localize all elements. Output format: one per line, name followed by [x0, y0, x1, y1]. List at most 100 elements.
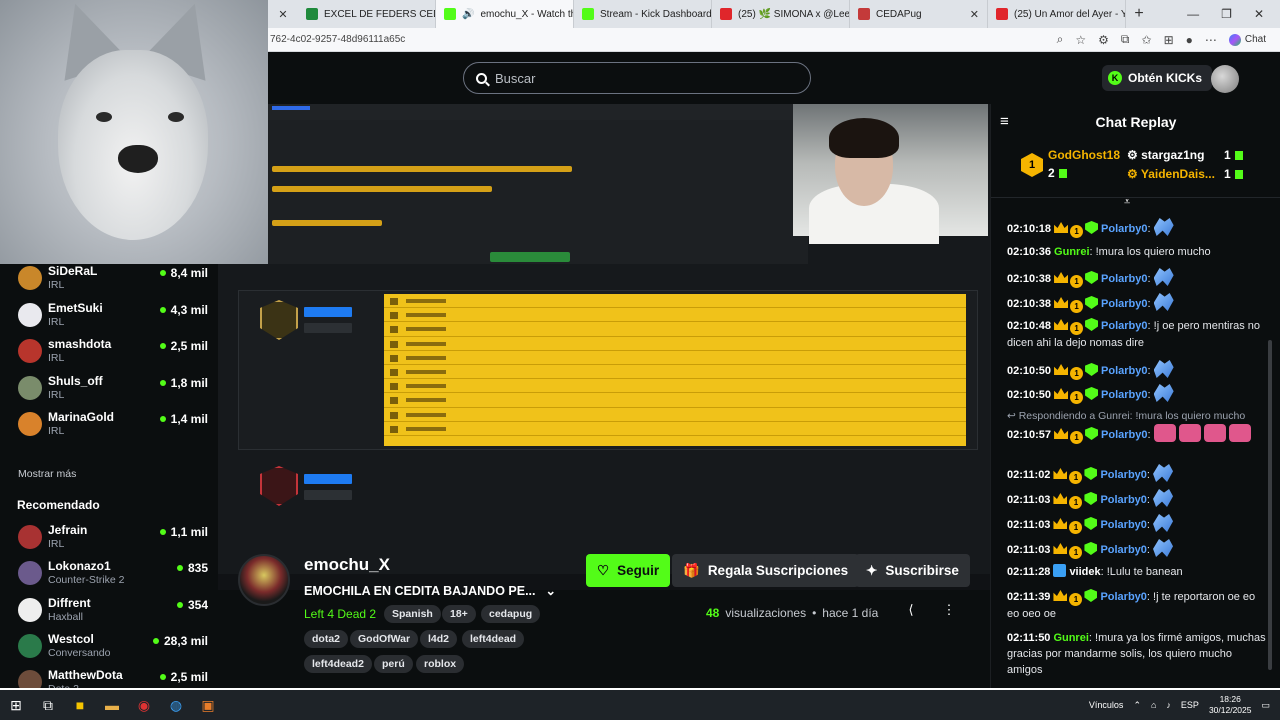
links-toolbar[interactable]: Vínculos: [1089, 700, 1124, 710]
sub-badge-icon: 1: [1069, 546, 1083, 559]
msg-username[interactable]: Polarby0: [1101, 389, 1147, 401]
collections-icon[interactable]: ⊞: [1164, 33, 1174, 47]
obs-icon[interactable]: ◉: [128, 690, 160, 720]
extensions-icon[interactable]: ⚙: [1098, 33, 1109, 47]
streamer-avatar[interactable]: [238, 554, 290, 606]
channel-category: IRL: [48, 316, 65, 328]
msg-username[interactable]: Polarby0: [1100, 469, 1146, 481]
language-indicator[interactable]: ESP: [1181, 700, 1199, 710]
msg-username[interactable]: Polarby0: [1101, 298, 1147, 310]
collapse-chat-icon[interactable]: ≡: [1000, 113, 1009, 130]
tag-pill[interactable]: perú: [374, 655, 413, 673]
windows-start-icon[interactable]: ⊞: [0, 690, 32, 720]
tag-pill[interactable]: 18+: [442, 605, 476, 623]
browser-tab[interactable]: EXCEL DE FEDERS CEDA - H ✕: [298, 0, 436, 28]
tag-pill[interactable]: left4dead: [462, 630, 525, 648]
tag-pill[interactable]: GodOfWar: [350, 630, 419, 648]
leaderboard-first-count: 2: [1048, 166, 1067, 180]
speaker-icon[interactable]: 🔊: [462, 9, 474, 20]
msg-username[interactable]: Polarby0: [1100, 544, 1146, 556]
tag-pill[interactable]: l4d2: [420, 630, 458, 648]
msg-username[interactable]: Polarby0: [1101, 273, 1147, 285]
recommended-channel[interactable]: Lokonazo1 Counter-Strike 2 835: [18, 559, 208, 595]
file-explorer-icon[interactable]: ▬: [96, 690, 128, 720]
left-sidebar: SiDeRaL IRL 8,4 mil EmetSuki IRL 4,3 mil s…: [0, 264, 218, 695]
msg-username[interactable]: Polarby0: [1101, 223, 1147, 235]
msg-username[interactable]: Gunrei: [1053, 632, 1088, 644]
streamer-name[interactable]: emochu_X: [304, 555, 390, 575]
msg-username[interactable]: Polarby0: [1100, 494, 1146, 506]
subscribe-button[interactable]: ✦ Suscribirse: [855, 554, 970, 587]
split-screen-icon[interactable]: ⧉: [1121, 32, 1130, 47]
notifications-icon[interactable]: ▭: [1261, 700, 1270, 711]
zoom-icon[interactable]: ⌕: [1057, 32, 1064, 47]
get-kicks-button[interactable]: K Obtén KICKs: [1102, 65, 1213, 91]
show-more-link[interactable]: Mostrar más: [18, 468, 76, 480]
game-app-icon[interactable]: ▣: [192, 690, 224, 720]
clock[interactable]: 18:26 30/12/2025: [1209, 694, 1252, 716]
close-tab-icon[interactable]: ✕: [970, 8, 979, 21]
leaderboard-third[interactable]: ⚙ YaidenDais...: [1127, 167, 1215, 181]
search-input[interactable]: Buscar: [463, 62, 811, 94]
video-player[interactable]: [218, 104, 990, 590]
sidebar-channel[interactable]: MarinaGold IRL 1,4 mil: [18, 410, 208, 446]
msg-username[interactable]: Polarby0: [1101, 365, 1147, 377]
more-options-icon[interactable]: ⋮: [938, 602, 960, 624]
task-view-icon[interactable]: ⧉: [32, 690, 64, 720]
msg-username[interactable]: Polarby0: [1101, 429, 1147, 441]
share-icon[interactable]: ⟨: [900, 602, 922, 624]
new-tab-icon[interactable]: +: [1126, 5, 1152, 23]
tag-pill[interactable]: Spanish: [384, 605, 441, 623]
minimize-icon[interactable]: —: [1187, 7, 1199, 21]
tag-pill[interactable]: roblox: [416, 655, 465, 673]
msg-username[interactable]: Polarby0: [1100, 519, 1146, 531]
edge-icon[interactable]: ◍: [160, 690, 192, 720]
sidebar-channel[interactable]: smashdota IRL 2,5 mil: [18, 337, 208, 373]
sidebar-channel[interactable]: Shuls_off IRL 1,8 mil: [18, 374, 208, 410]
recommended-channel[interactable]: Westcol Conversando 28,3 mil: [18, 632, 208, 668]
browser-tab[interactable]: (25) Un Amor del Ayer - You ✕: [988, 0, 1126, 28]
close-window-icon[interactable]: ✕: [1254, 7, 1264, 21]
close-tab-icon[interactable]: ✕: [268, 8, 298, 21]
profile-icon[interactable]: ●: [1186, 33, 1193, 47]
stream-category-link[interactable]: Left 4 Dead 2: [304, 607, 376, 621]
video-connect-button: [490, 252, 570, 262]
msg-username[interactable]: Polarby0: [1100, 591, 1146, 603]
browser-tab-active[interactable]: 🔊 emochu_X - Watch the ✕: [436, 0, 574, 28]
expand-leaderboard-icon[interactable]: ⩡: [1124, 196, 1130, 209]
network-icon[interactable]: ⌂: [1151, 700, 1156, 710]
gift-subs-button[interactable]: 🎁 Regala Suscripciones: [672, 554, 860, 587]
recommended-channel[interactable]: Jefrain IRL 1,1 mil: [18, 523, 208, 559]
sidebar-channel[interactable]: SiDeRaL IRL 8,4 mil: [18, 264, 208, 300]
chevron-down-icon[interactable]: ⌄: [546, 583, 556, 598]
tag-pill[interactable]: dota2: [304, 630, 349, 648]
msg-username[interactable]: Gunrei: [1054, 246, 1089, 258]
copilot-button[interactable]: Chat: [1228, 33, 1266, 46]
sticky-notes-icon[interactable]: ■: [64, 690, 96, 720]
follow-button[interactable]: ♡ Seguir: [586, 554, 671, 587]
browser-tab[interactable]: CEDAPug ✕: [850, 0, 988, 28]
leaderboard-second[interactable]: ⚙ stargaz1ng: [1127, 148, 1204, 162]
msg-username[interactable]: viidek: [1069, 566, 1100, 578]
user-avatar[interactable]: [1211, 65, 1239, 93]
maximize-icon[interactable]: ❐: [1221, 7, 1232, 21]
favorite-star-icon[interactable]: ☆: [1075, 33, 1086, 47]
leaderboard-first-name[interactable]: GodGhost18: [1048, 148, 1120, 162]
streamer-webcam: [793, 104, 988, 244]
shield-badge-icon: [1085, 271, 1099, 284]
favorites-icon[interactable]: ✩: [1142, 33, 1152, 47]
msg-username[interactable]: Polarby0: [1101, 320, 1147, 332]
volume-icon[interactable]: ♪: [1166, 700, 1171, 710]
recommended-channel[interactable]: Diffrent Haxball 354: [18, 596, 208, 632]
tag-pill[interactable]: left4dead2: [304, 655, 372, 673]
tag-pill[interactable]: cedapug: [481, 605, 541, 623]
chevron-up-icon[interactable]: ⌃: [1133, 700, 1141, 711]
viewer-count-text: 354: [187, 598, 208, 612]
page-scrollbar[interactable]: [1268, 340, 1272, 670]
more-menu-icon[interactable]: ⋯: [1205, 33, 1217, 47]
sidebar-channel[interactable]: EmetSuki IRL 4,3 mil: [18, 301, 208, 337]
msg-timestamp: 02:10:50: [1007, 389, 1052, 401]
browser-tab[interactable]: (25) 🌿 SIMONA x @LeeEyc ✕: [712, 0, 850, 28]
browser-tab[interactable]: Stream - Kick Dashboard ✕: [574, 0, 712, 28]
excel-icon: [306, 8, 318, 20]
